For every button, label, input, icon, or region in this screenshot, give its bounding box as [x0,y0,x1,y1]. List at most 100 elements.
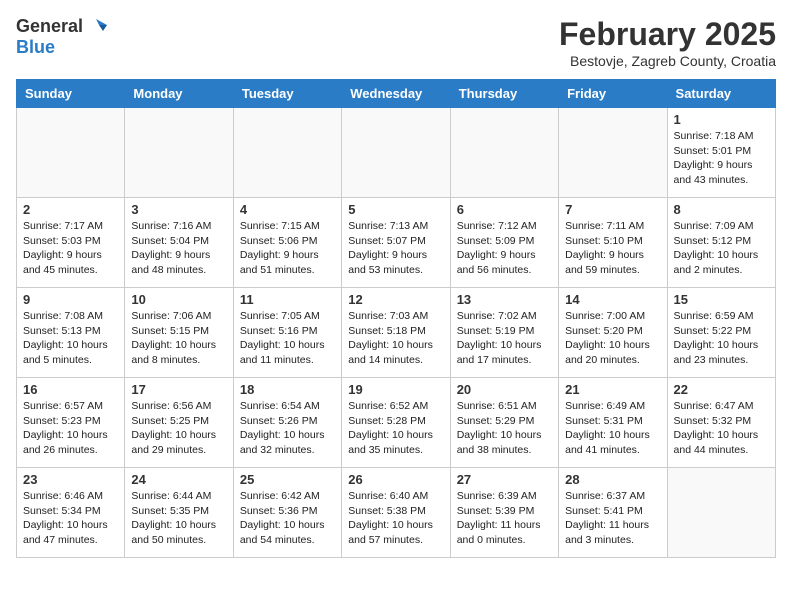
calendar-week-row: 16Sunrise: 6:57 AM Sunset: 5:23 PM Dayli… [17,378,776,468]
day-info: Sunrise: 6:59 AM Sunset: 5:22 PM Dayligh… [674,309,769,368]
day-info: Sunrise: 6:39 AM Sunset: 5:39 PM Dayligh… [457,489,552,548]
day-info: Sunrise: 7:02 AM Sunset: 5:19 PM Dayligh… [457,309,552,368]
day-number: 26 [348,472,443,487]
calendar-day-cell: 4 Sunrise: 7:15 AM Sunset: 5:06 PM Daylig… [233,198,341,288]
day-number: 24 [131,472,226,487]
day-number: 5 [348,202,443,217]
calendar-day-cell: 21 Sunrise: 6:49 AM Sunset: 5:31 PM Dayli… [559,378,667,468]
day-info: Sunrise: 6:44 AM Sunset: 5:35 PM Dayligh… [131,489,226,548]
calendar-day-cell: 15 Sunrise: 6:59 AM Sunset: 5:22 PM Dayli… [667,288,775,378]
day-number: 20 [457,382,552,397]
calendar-day-cell: 10 Sunrise: 7:06 AM Sunset: 5:15 PM Dayli… [125,288,233,378]
calendar-day-cell: 7 Sunrise: 7:11 AM Sunset: 5:10 PM Daylig… [559,198,667,288]
day-info: Sunrise: 6:51 AM Sunset: 5:29 PM Dayligh… [457,399,552,458]
calendar-day-cell [342,108,450,198]
logo-blue-text: Blue [16,37,55,57]
calendar-day-cell: 5Sunrise: 7:13 AM Sunset: 5:07 PM Daylig… [342,198,450,288]
day-info: Sunrise: 7:03 AM Sunset: 5:18 PM Dayligh… [348,309,443,368]
calendar-day-cell [233,108,341,198]
day-number: 11 [240,292,335,307]
day-number: 8 [674,202,769,217]
day-info: Sunrise: 6:40 AM Sunset: 5:38 PM Dayligh… [348,489,443,548]
day-number: 17 [131,382,226,397]
calendar-week-row: 1 Sunrise: 7:18 AM Sunset: 5:01 PM Daylig… [17,108,776,198]
day-number: 22 [674,382,769,397]
calendar-header-row: SundayMondayTuesdayWednesdayThursdayFrid… [17,80,776,108]
day-info: Sunrise: 7:11 AM Sunset: 5:10 PM Dayligh… [565,219,660,278]
calendar-day-cell: 1 Sunrise: 7:18 AM Sunset: 5:01 PM Daylig… [667,108,775,198]
calendar-table: SundayMondayTuesdayWednesdayThursdayFrid… [16,79,776,558]
day-of-week-header: Saturday [667,80,775,108]
day-number: 18 [240,382,335,397]
calendar-day-cell: 13 Sunrise: 7:02 AM Sunset: 5:19 PM Dayli… [450,288,558,378]
calendar-day-cell: 22 Sunrise: 6:47 AM Sunset: 5:32 PM Dayli… [667,378,775,468]
calendar-day-cell: 23 Sunrise: 6:46 AM Sunset: 5:34 PM Dayli… [17,468,125,558]
day-info: Sunrise: 7:09 AM Sunset: 5:12 PM Dayligh… [674,219,769,278]
day-number: 21 [565,382,660,397]
calendar-day-cell [667,468,775,558]
day-number: 23 [23,472,118,487]
day-number: 3 [131,202,226,217]
logo-general-text: General [16,16,83,37]
day-info: Sunrise: 6:57 AM Sunset: 5:23 PM Dayligh… [23,399,118,458]
calendar-day-cell: 2 Sunrise: 7:17 AM Sunset: 5:03 PM Daylig… [17,198,125,288]
logo: General Blue [16,16,107,58]
day-info: Sunrise: 6:52 AM Sunset: 5:28 PM Dayligh… [348,399,443,458]
calendar-subtitle: Bestovje, Zagreb County, Croatia [559,53,776,69]
day-info: Sunrise: 6:46 AM Sunset: 5:34 PM Dayligh… [23,489,118,548]
day-info: Sunrise: 6:54 AM Sunset: 5:26 PM Dayligh… [240,399,335,458]
logo-bird-icon [85,15,107,37]
day-info: Sunrise: 7:00 AM Sunset: 5:20 PM Dayligh… [565,309,660,368]
day-info: Sunrise: 7:08 AM Sunset: 5:13 PM Dayligh… [23,309,118,368]
day-number: 6 [457,202,552,217]
day-number: 4 [240,202,335,217]
calendar-week-row: 23 Sunrise: 6:46 AM Sunset: 5:34 PM Dayli… [17,468,776,558]
day-number: 15 [674,292,769,307]
calendar-day-cell: 11Sunrise: 7:05 AM Sunset: 5:16 PM Dayli… [233,288,341,378]
day-number: 9 [23,292,118,307]
day-info: Sunrise: 7:12 AM Sunset: 5:09 PM Dayligh… [457,219,552,278]
calendar-day-cell: 26 Sunrise: 6:40 AM Sunset: 5:38 PM Dayli… [342,468,450,558]
day-of-week-header: Wednesday [342,80,450,108]
day-number: 14 [565,292,660,307]
day-number: 28 [565,472,660,487]
day-info: Sunrise: 6:37 AM Sunset: 5:41 PM Dayligh… [565,489,660,548]
calendar-day-cell: 24 Sunrise: 6:44 AM Sunset: 5:35 PM Dayli… [125,468,233,558]
calendar-day-cell: 12 Sunrise: 7:03 AM Sunset: 5:18 PM Dayli… [342,288,450,378]
day-number: 25 [240,472,335,487]
day-number: 1 [674,112,769,127]
calendar-week-row: 2 Sunrise: 7:17 AM Sunset: 5:03 PM Daylig… [17,198,776,288]
day-info: Sunrise: 7:06 AM Sunset: 5:15 PM Dayligh… [131,309,226,368]
day-info: Sunrise: 7:18 AM Sunset: 5:01 PM Dayligh… [674,129,769,188]
calendar-day-cell: 27 Sunrise: 6:39 AM Sunset: 5:39 PM Dayli… [450,468,558,558]
day-info: Sunrise: 6:47 AM Sunset: 5:32 PM Dayligh… [674,399,769,458]
day-of-week-header: Tuesday [233,80,341,108]
calendar-day-cell [17,108,125,198]
day-number: 12 [348,292,443,307]
calendar-day-cell: 17 Sunrise: 6:56 AM Sunset: 5:25 PM Dayli… [125,378,233,468]
day-info: Sunrise: 7:17 AM Sunset: 5:03 PM Dayligh… [23,219,118,278]
calendar-day-cell: 9 Sunrise: 7:08 AM Sunset: 5:13 PM Daylig… [17,288,125,378]
day-number: 7 [565,202,660,217]
day-number: 13 [457,292,552,307]
calendar-day-cell [125,108,233,198]
day-info: Sunrise: 7:16 AM Sunset: 5:04 PM Dayligh… [131,219,226,278]
calendar-day-cell: 25Sunrise: 6:42 AM Sunset: 5:36 PM Dayli… [233,468,341,558]
calendar-day-cell: 6 Sunrise: 7:12 AM Sunset: 5:09 PM Daylig… [450,198,558,288]
day-of-week-header: Thursday [450,80,558,108]
day-number: 2 [23,202,118,217]
calendar-day-cell: 18 Sunrise: 6:54 AM Sunset: 5:26 PM Dayli… [233,378,341,468]
day-info: Sunrise: 6:56 AM Sunset: 5:25 PM Dayligh… [131,399,226,458]
day-number: 10 [131,292,226,307]
day-info: Sunrise: 7:15 AM Sunset: 5:06 PM Dayligh… [240,219,335,278]
title-block: February 2025 Bestovje, Zagreb County, C… [559,16,776,69]
day-info: Sunrise: 6:49 AM Sunset: 5:31 PM Dayligh… [565,399,660,458]
day-number: 27 [457,472,552,487]
calendar-day-cell: 16Sunrise: 6:57 AM Sunset: 5:23 PM Dayli… [17,378,125,468]
calendar-day-cell: 28 Sunrise: 6:37 AM Sunset: 5:41 PM Dayli… [559,468,667,558]
day-of-week-header: Sunday [17,80,125,108]
calendar-day-cell [450,108,558,198]
calendar-day-cell: 3 Sunrise: 7:16 AM Sunset: 5:04 PM Daylig… [125,198,233,288]
calendar-day-cell: 19Sunrise: 6:52 AM Sunset: 5:28 PM Dayli… [342,378,450,468]
day-of-week-header: Friday [559,80,667,108]
